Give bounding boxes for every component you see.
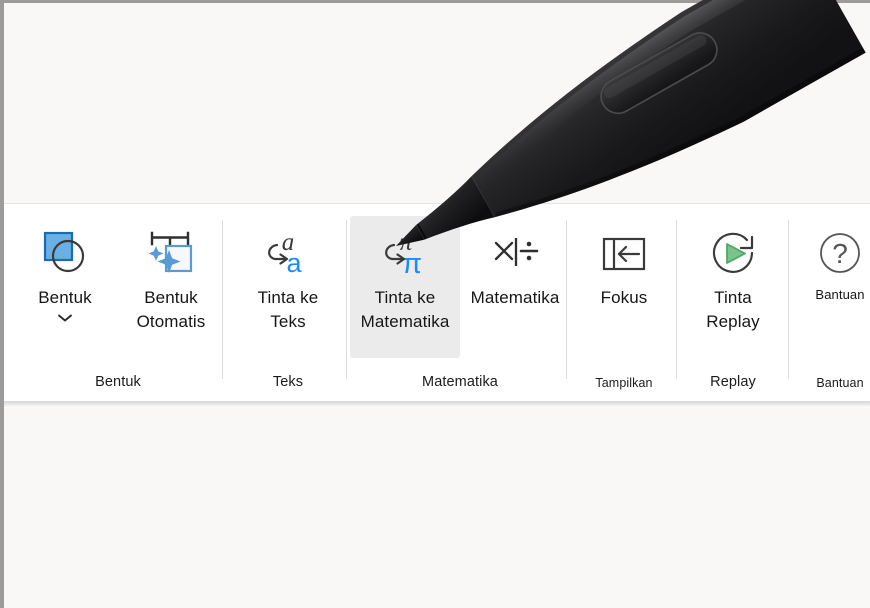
ribbon-group-label-bentuk: Bentuk <box>95 374 141 390</box>
app-window: Bentuk Bentuk Otomatis Bentuk a a Tinta k… <box>0 0 870 608</box>
ribbon-button-label: Bentuk Otomatis <box>136 288 206 331</box>
ribbon-group-label-matematika: Matematika <box>422 374 498 390</box>
auto-shape-sparkle-icon <box>144 226 198 280</box>
ribbon-group-separator <box>788 220 789 379</box>
ribbon-button-label: Tinta ke Teks <box>257 288 319 331</box>
ribbon-button-label: Matematika <box>470 288 560 307</box>
svg-text:a: a <box>286 248 302 278</box>
ribbon-group-separator <box>676 220 677 379</box>
ribbon-button-label: Tinta Replay <box>706 288 760 331</box>
whiteboard-canvas-lower[interactable] <box>4 408 870 608</box>
ink-to-math-icon: π π <box>378 226 432 280</box>
ribbon-group-label-replay: Replay <box>710 374 756 390</box>
ribbon-button-fokus[interactable]: Fokus <box>582 216 666 358</box>
ribbon-button-bentuk-otomatis[interactable]: Bentuk Otomatis <box>118 216 224 358</box>
ribbon-button-tinta-ke-teks[interactable]: a a Tinta ke Teks <box>235 216 341 358</box>
ribbon-group-separator <box>566 220 567 379</box>
ribbon-group-bantuan: ? Bantuan Bantuan <box>794 216 870 394</box>
ribbon-group-items: Bentuk Bentuk Otomatis <box>10 216 226 364</box>
ribbon-button-label: Bantuan <box>815 287 865 302</box>
svg-text:π: π <box>402 248 422 280</box>
ribbon-button-tinta-ke-matematika[interactable]: π π Tinta ke Matematika <box>350 216 460 358</box>
ribbon-button-matematika[interactable]: Matematika <box>460 216 570 358</box>
ribbon-group-items: ? Bantuan <box>794 216 870 364</box>
ink-replay-icon <box>706 226 760 280</box>
ribbon-group-items: Tinta Replay <box>680 216 786 364</box>
ribbon-group-label-bantuan: Bantuan <box>816 376 864 390</box>
ribbon-group-items: π π Tinta ke Matematika Matematika <box>350 216 570 364</box>
help-question-circle-icon: ? <box>813 226 867 280</box>
ink-to-text-icon: a a <box>261 226 315 280</box>
ribbon-button-label: Tinta ke Matematika <box>360 288 450 331</box>
focus-panel-arrow-icon <box>597 226 651 280</box>
math-multiply-divide-icon <box>488 226 542 280</box>
ribbon-group-replay: Tinta Replay Replay <box>680 216 786 394</box>
window-top-border <box>0 0 870 3</box>
chevron-down-icon[interactable] <box>55 312 75 328</box>
whiteboard-canvas-upper[interactable] <box>4 3 870 203</box>
ribbon-group-matematika: π π Tinta ke Matematika Matematika Matema… <box>350 216 570 394</box>
svg-text:?: ? <box>832 238 848 269</box>
window-left-border <box>0 0 4 608</box>
ribbon-group-separator <box>222 220 223 379</box>
ribbon-group-bentuk: Bentuk Bentuk Otomatis Bentuk <box>10 216 226 394</box>
ribbon-button-bentuk[interactable]: Bentuk <box>12 216 118 358</box>
ribbon-toolbar: Bentuk Bentuk Otomatis Bentuk a a Tinta k… <box>4 203 870 403</box>
ribbon-button-tinta-replay[interactable]: Tinta Replay <box>680 216 786 358</box>
ribbon-group-items: Fokus <box>572 216 676 364</box>
ribbon-button-label: Fokus <box>600 288 648 307</box>
ribbon-group-tampilkan: Fokus Tampilkan <box>572 216 676 394</box>
ribbon-group-items: a a Tinta ke Teks <box>232 216 344 364</box>
ribbon-group-teks: a a Tinta ke Teks Teks <box>232 216 344 394</box>
ribbon-group-label-tampilkan: Tampilkan <box>595 376 653 390</box>
ribbon-button-bantuan[interactable]: ? Bantuan <box>798 216 870 358</box>
ribbon-groups: Bentuk Bentuk Otomatis Bentuk a a Tinta k… <box>4 204 870 404</box>
ribbon-group-label-teks: Teks <box>272 374 304 390</box>
shapes-square-circle-icon <box>38 226 92 280</box>
ribbon-group-separator <box>346 220 347 379</box>
ribbon-button-label: Bentuk <box>38 288 92 307</box>
